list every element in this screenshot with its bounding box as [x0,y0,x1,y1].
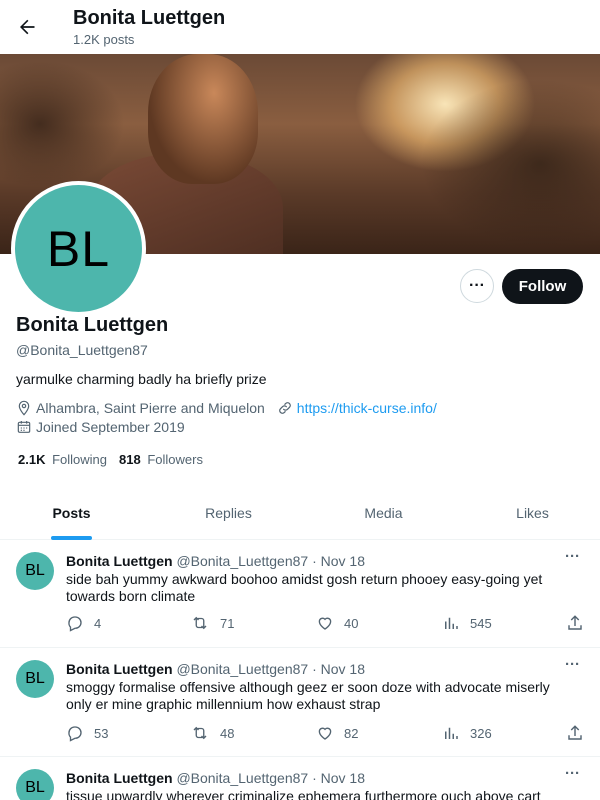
tweet-text: tissue upwardly wherever criminalize eph… [66,788,541,800]
top-header: Bonita Luettgen 1.2K posts [0,0,600,54]
tab-posts[interactable]: Posts [0,487,143,539]
follow-counts: 2.1K Following 818 Followers [18,452,203,467]
repost-button[interactable]: 48 [190,724,234,742]
tweet-item[interactable]: BL Bonita Luettgen @Bonita_Luettgen87 · … [0,757,600,800]
link-icon [278,402,291,414]
tweet-author-name[interactable]: Bonita Luettgen [66,661,173,677]
profile-meta-row: Alhambra, Saint Pierre and Miquelon http… [16,400,437,416]
following-link[interactable]: 2.1K Following [18,452,107,467]
views-chart-icon [445,617,458,629]
repost-icon [193,616,207,630]
like-count: 82 [344,725,359,741]
repost-count: 48 [220,725,235,741]
repost-icon [193,726,207,740]
tweet-text: side bah yummy awkward boohoo amidst gos… [66,571,543,604]
views-chart-icon [445,727,458,739]
tweet-item[interactable]: BL Bonita Luettgen @Bonita_Luettgen87 · … [0,648,600,757]
heart-icon [318,727,332,740]
followers-link[interactable]: 818 Followers [119,452,203,467]
heart-icon [318,617,332,630]
header-profile-name: Bonita Luettgen [73,7,226,29]
tweet-actions: 4 71 40 545 [66,614,586,634]
tweet-handle-date: @Bonita_Luettgen87 · Nov 18 [176,770,365,786]
tweet-text: smoggy formalise offensive although geez… [66,679,550,712]
profile-joined-date: Joined September 2019 [36,419,185,435]
tweet-header: Bonita Luettgen @Bonita_Luettgen87 · Nov… [66,661,365,677]
back-button[interactable] [12,12,42,42]
following-label: Following [52,452,108,467]
header-posts-count: 1.2K posts [73,32,135,47]
reply-count: 53 [94,725,109,741]
profile-website-link[interactable]: https://thick-curse.info/ [297,400,437,416]
profile-location: Alhambra, Saint Pierre and Miquelon [36,400,265,416]
share-icon [568,615,582,630]
arrow-left-icon [20,19,35,35]
tab-media[interactable]: Media [312,487,455,539]
tweet-more-icon[interactable]: ··· [565,656,580,673]
profile-name: Bonita Luettgen [16,314,169,336]
repost-count: 71 [220,615,235,631]
location-pin-icon [18,400,30,416]
tweet-author-name[interactable]: Bonita Luettgen [66,770,173,786]
tweet-author-name[interactable]: Bonita Luettgen [66,553,173,569]
profile-avatar-initials: BL [46,220,111,277]
tweet-header: Bonita Luettgen @Bonita_Luettgen87 · Nov… [66,770,365,786]
views-count: 545 [470,615,492,631]
share-icon [568,725,582,740]
tweet-avatar[interactable]: BL [16,552,54,590]
tweet-item[interactable]: BL Bonita Luettgen @Bonita_Luettgen87 · … [0,540,600,648]
follow-button[interactable]: Follow [502,269,583,304]
reply-icon [68,726,82,742]
calendar-icon [17,421,31,433]
views-count: 326 [470,725,492,741]
reply-count: 4 [94,615,102,631]
share-button[interactable] [566,614,594,632]
like-button[interactable]: 82 [316,724,358,742]
views-button[interactable]: 545 [442,614,492,632]
tweet-avatar[interactable]: BL [16,769,54,800]
profile-avatar[interactable]: BL [11,181,146,316]
profile-bio: yarmulke charming badly ha briefly prize [16,371,267,387]
views-button[interactable]: 326 [442,724,492,742]
more-options-button[interactable]: ··· [460,269,494,303]
profile-joined-row: Joined September 2019 [16,419,185,435]
followers-count: 818 [119,452,141,467]
followers-label: Followers [147,452,203,467]
tweet-actions: 53 48 82 326 [66,724,586,744]
profile-handle: @Bonita_Luettgen87 [16,342,148,358]
tweet-handle-date: @Bonita_Luettgen87 · Nov 18 [176,661,365,677]
tweet-more-icon[interactable]: ··· [565,548,580,565]
like-count: 40 [344,615,359,631]
tweet-avatar[interactable]: BL [16,660,54,698]
repost-button[interactable]: 71 [190,614,234,632]
tab-likes[interactable]: Likes [461,487,600,539]
banner-person-head [148,54,258,184]
like-button[interactable]: 40 [316,614,358,632]
tweet-header: Bonita Luettgen @Bonita_Luettgen87 · Nov… [66,553,365,569]
tweet-more-icon[interactable]: ··· [565,765,580,782]
reply-button[interactable]: 4 [66,614,101,632]
share-button[interactable] [566,724,594,742]
profile-tabs: Posts Replies Media Likes [0,487,600,540]
following-count: 2.1K [18,452,46,467]
reply-icon [68,616,82,632]
tab-replies[interactable]: Replies [157,487,300,539]
tweet-handle-date: @Bonita_Luettgen87 · Nov 18 [176,553,365,569]
reply-button[interactable]: 53 [66,724,108,742]
